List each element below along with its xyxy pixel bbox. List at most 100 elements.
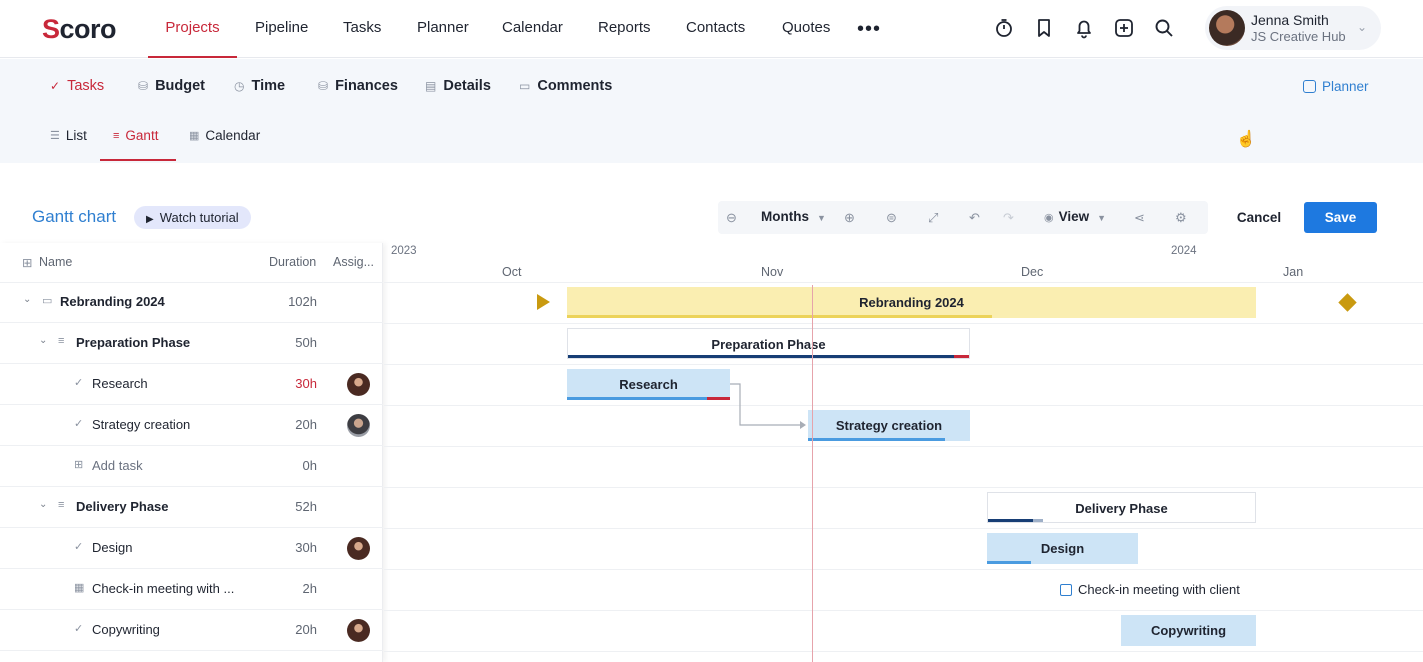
add-column-icon[interactable]: ⊞ <box>22 255 32 270</box>
expand-icon[interactable]: ⤢ <box>928 210 938 226</box>
row-duration: 30h <box>295 540 317 555</box>
task-row[interactable]: ✓ Copywriting 20h <box>0 610 383 651</box>
task-check-icon: ✓ <box>74 541 84 553</box>
month-label: Nov <box>761 265 784 279</box>
nav-projects[interactable]: Projects <box>148 0 237 58</box>
end-milestone[interactable] <box>1338 293 1357 312</box>
tab-details[interactable]: ▤ Details <box>425 78 491 94</box>
task-row-phase[interactable]: ⌄ ≡ Delivery Phase 52h <box>0 487 383 528</box>
row-duration: 20h <box>295 417 317 432</box>
year-label: 2024 <box>1171 245 1197 257</box>
user-menu[interactable]: Jenna Smith JS Creative Hub ⌄ <box>1205 6 1381 50</box>
share-icon[interactable]: ⋖ <box>1134 210 1145 226</box>
zoom-out-icon[interactable]: ⊖ <box>726 210 737 226</box>
check-icon: ✓ <box>50 79 61 93</box>
column-header-duration[interactable]: Duration <box>269 255 316 269</box>
cancel-button[interactable]: Cancel <box>1224 202 1294 233</box>
bar-phase-preparation[interactable]: Preparation Phase <box>567 328 970 359</box>
phase-icon: ≡ <box>58 335 65 347</box>
add-task-label[interactable]: Add task <box>92 458 143 473</box>
scoro-logo[interactable]: Scoro <box>42 14 117 45</box>
row-duration: 2h <box>302 581 317 596</box>
undo-icon[interactable]: ↶ <box>969 210 980 226</box>
assignee-avatar[interactable] <box>347 414 370 437</box>
nav-planner[interactable]: Planner <box>417 0 469 58</box>
month-label: Jan <box>1283 265 1304 279</box>
planner-link[interactable]: Planner <box>1303 79 1369 94</box>
list-icon: ☰ <box>50 130 60 142</box>
column-header-name[interactable]: Name <box>39 255 72 269</box>
today-line <box>812 285 813 662</box>
assignee-avatar[interactable] <box>347 537 370 560</box>
fit-icon[interactable]: ⊜ <box>886 210 897 226</box>
tab-tasks[interactable]: ✓ Tasks <box>50 78 104 94</box>
grid-line <box>384 282 1423 283</box>
bar-project[interactable]: Rebranding 2024 <box>567 287 1256 318</box>
view-dropdown[interactable]: ◉ View ▼ <box>1044 209 1106 224</box>
row-name: Research <box>92 376 148 391</box>
meeting-marker[interactable]: Check-in meeting with client <box>1060 582 1240 597</box>
bar-phase-delivery[interactable]: Delivery Phase <box>987 492 1256 523</box>
row-duration: 0h <box>302 458 317 473</box>
tab-budget[interactable]: ⛁ Budget <box>138 78 205 94</box>
task-row-project[interactable]: ⌄ ▭ Rebranding 2024 102h <box>0 282 383 323</box>
chevron-down-icon: ⌄ <box>1357 20 1368 34</box>
chevron-down-icon[interactable]: ⌄ <box>39 335 47 346</box>
nav-calendar[interactable]: Calendar <box>502 0 563 58</box>
row-name: Copywriting <box>92 622 160 637</box>
more-menu-icon[interactable]: ••• <box>857 18 881 41</box>
project-subheader <box>0 59 1423 163</box>
tab-calendar[interactable]: ▦ Calendar <box>189 128 260 143</box>
nav-quotes[interactable]: Quotes <box>782 0 830 58</box>
tab-gantt[interactable]: ≡ Gantt <box>113 128 158 143</box>
scale-dropdown[interactable]: Months ▼ <box>761 209 826 224</box>
bar-design[interactable]: Design <box>987 533 1138 564</box>
column-header-assignee[interactable]: Assig... <box>333 255 374 269</box>
month-label: Oct <box>502 265 522 279</box>
tab-finances[interactable]: ⛁ Finances <box>318 78 398 94</box>
folder-icon: ▭ <box>42 295 53 307</box>
gantt-title: Gantt chart <box>32 207 117 226</box>
watch-tutorial-button[interactable]: ▶ Watch tutorial <box>134 206 251 229</box>
search-icon[interactable] <box>1153 17 1175 39</box>
row-name: Design <box>92 540 133 555</box>
start-milestone[interactable] <box>537 294 550 310</box>
clock-icon: ◷ <box>234 79 245 93</box>
assignee-avatar[interactable] <box>347 373 370 396</box>
add-icon[interactable] <box>1113 17 1135 39</box>
zoom-in-icon[interactable]: ⊕ <box>844 210 855 226</box>
bookmark-icon[interactable] <box>1033 17 1055 39</box>
nav-tasks[interactable]: Tasks <box>343 0 381 58</box>
chevron-down-icon[interactable]: ⌄ <box>39 499 47 510</box>
redo-icon[interactable]: ↷ <box>1003 210 1014 226</box>
assignee-avatar[interactable] <box>347 619 370 642</box>
tab-time[interactable]: ◷ Time <box>234 78 285 94</box>
task-row[interactable]: ✓ Strategy creation 20h <box>0 405 383 446</box>
hand-cursor-icon: ☝ <box>1236 131 1256 148</box>
bell-icon[interactable] <box>1073 17 1095 39</box>
task-row[interactable]: ✓ Design 30h <box>0 528 383 569</box>
bar-research[interactable]: Research <box>567 369 730 400</box>
grid-line <box>384 528 1423 529</box>
bar-copywriting[interactable]: Copywriting <box>1121 615 1256 646</box>
plus-square-icon: ⊞ <box>74 459 84 471</box>
save-button[interactable]: Save <box>1304 202 1377 233</box>
settings-gear-icon[interactable]: ⚙ <box>1175 210 1187 226</box>
add-task-row[interactable]: ⊞ Add task 0h <box>0 446 383 487</box>
nav-reports[interactable]: Reports <box>598 0 651 58</box>
timer-icon[interactable] <box>993 17 1015 39</box>
comment-icon: ▭ <box>519 79 531 93</box>
gantt-toolbar: ⊖ Months ▼ ⊕ ⊜ ⤢ ↶ ↷ ◉ View ▼ ⋖ ⚙ <box>718 201 1208 234</box>
chevron-down-icon[interactable]: ⌄ <box>23 294 31 305</box>
nav-pipeline[interactable]: Pipeline <box>255 0 308 58</box>
nav-contacts[interactable]: Contacts <box>686 0 745 58</box>
task-row[interactable]: ✓ Research 30h <box>0 364 383 405</box>
task-row[interactable]: ▦ Check-in meeting with ... 2h <box>0 569 383 610</box>
row-name: Strategy creation <box>92 417 191 432</box>
tab-list[interactable]: ☰ List <box>50 128 87 143</box>
bar-strategy-creation[interactable]: Strategy creation <box>808 410 970 441</box>
tab-comments[interactable]: ▭ Comments <box>519 78 612 94</box>
month-label: Dec <box>1021 265 1044 279</box>
gantt-icon: ≡ <box>113 129 120 142</box>
task-row-phase[interactable]: ⌄ ≡ Preparation Phase 50h <box>0 323 383 364</box>
